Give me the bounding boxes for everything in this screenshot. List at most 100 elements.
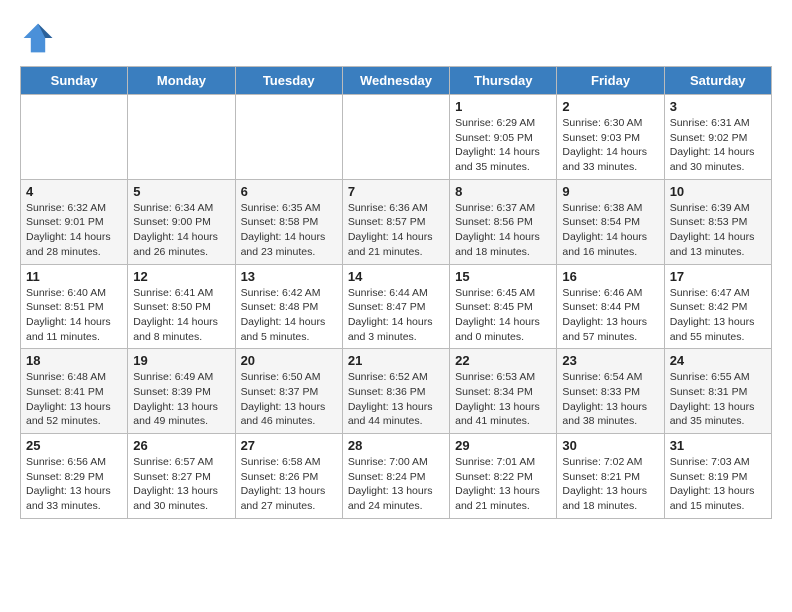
- day-number: 20: [241, 353, 337, 368]
- week-row-5: 25 Sunrise: 6:56 AM Sunset: 8:29 PM Dayli…: [21, 434, 772, 519]
- day-number: 23: [562, 353, 658, 368]
- day-info: Sunrise: 6:48 AM Sunset: 8:41 PM Dayligh…: [26, 370, 122, 429]
- day-info: Sunrise: 6:47 AM Sunset: 8:42 PM Dayligh…: [670, 286, 766, 345]
- day-number: 7: [348, 184, 444, 199]
- week-row-2: 4 Sunrise: 6:32 AM Sunset: 9:01 PM Daylig…: [21, 179, 772, 264]
- day-number: 4: [26, 184, 122, 199]
- calendar-cell: 26 Sunrise: 6:57 AM Sunset: 8:27 PM Dayli…: [128, 434, 235, 519]
- day-number: 6: [241, 184, 337, 199]
- day-info: Sunrise: 6:45 AM Sunset: 8:45 PM Dayligh…: [455, 286, 551, 345]
- logo: [20, 20, 60, 56]
- day-info: Sunrise: 7:03 AM Sunset: 8:19 PM Dayligh…: [670, 455, 766, 514]
- weekday-header-sunday: Sunday: [21, 67, 128, 95]
- day-info: Sunrise: 6:36 AM Sunset: 8:57 PM Dayligh…: [348, 201, 444, 260]
- calendar-cell: 10Sunrise: 6:39 AM Sunset: 8:53 PM Dayli…: [664, 179, 771, 264]
- day-info: Sunrise: 6:56 AM Sunset: 8:29 PM Dayligh…: [26, 455, 122, 514]
- calendar-cell: 28 Sunrise: 7:00 AM Sunset: 8:24 PM Dayli…: [342, 434, 449, 519]
- weekday-header-wednesday: Wednesday: [342, 67, 449, 95]
- day-info: Sunrise: 6:58 AM Sunset: 8:26 PM Dayligh…: [241, 455, 337, 514]
- day-number: 27: [241, 438, 337, 453]
- day-number: 26: [133, 438, 229, 453]
- calendar-cell: [128, 95, 235, 180]
- day-number: 11: [26, 269, 122, 284]
- day-number: 22: [455, 353, 551, 368]
- day-number: 24: [670, 353, 766, 368]
- calendar-cell: 31 Sunrise: 7:03 AM Sunset: 8:19 PM Dayli…: [664, 434, 771, 519]
- day-number: 21: [348, 353, 444, 368]
- calendar-cell: 7 Sunrise: 6:36 AM Sunset: 8:57 PM Daylig…: [342, 179, 449, 264]
- day-number: 15: [455, 269, 551, 284]
- calendar-cell: 12 Sunrise: 6:41 AM Sunset: 8:50 PM Dayli…: [128, 264, 235, 349]
- calendar-cell: 23 Sunrise: 6:54 AM Sunset: 8:33 PM Dayli…: [557, 349, 664, 434]
- day-info: Sunrise: 7:00 AM Sunset: 8:24 PM Dayligh…: [348, 455, 444, 514]
- day-number: 2: [562, 99, 658, 114]
- calendar-cell: 2 Sunrise: 6:30 AM Sunset: 9:03 PM Daylig…: [557, 95, 664, 180]
- day-number: 3: [670, 99, 766, 114]
- calendar-cell: 25 Sunrise: 6:56 AM Sunset: 8:29 PM Dayli…: [21, 434, 128, 519]
- calendar-cell: 8 Sunrise: 6:37 AM Sunset: 8:56 PM Daylig…: [450, 179, 557, 264]
- weekday-header-thursday: Thursday: [450, 67, 557, 95]
- calendar-cell: 22 Sunrise: 6:53 AM Sunset: 8:34 PM Dayli…: [450, 349, 557, 434]
- day-info: Sunrise: 6:46 AM Sunset: 8:44 PM Dayligh…: [562, 286, 658, 345]
- day-info: Sunrise: 6:57 AM Sunset: 8:27 PM Dayligh…: [133, 455, 229, 514]
- header: [20, 20, 772, 56]
- day-info: Sunrise: 6:32 AM Sunset: 9:01 PM Dayligh…: [26, 201, 122, 260]
- calendar-cell: 24 Sunrise: 6:55 AM Sunset: 8:31 PM Dayli…: [664, 349, 771, 434]
- day-number: 9: [562, 184, 658, 199]
- calendar: SundayMondayTuesdayWednesdayThursdayFrid…: [20, 66, 772, 519]
- calendar-cell: 13Sunrise: 6:42 AM Sunset: 8:48 PM Dayli…: [235, 264, 342, 349]
- calendar-cell: 4 Sunrise: 6:32 AM Sunset: 9:01 PM Daylig…: [21, 179, 128, 264]
- calendar-cell: 15 Sunrise: 6:45 AM Sunset: 8:45 PM Dayli…: [450, 264, 557, 349]
- week-row-3: 11Sunrise: 6:40 AM Sunset: 8:51 PM Dayli…: [21, 264, 772, 349]
- day-number: 16: [562, 269, 658, 284]
- calendar-cell: 9Sunrise: 6:38 AM Sunset: 8:54 PM Daylig…: [557, 179, 664, 264]
- day-info: Sunrise: 6:53 AM Sunset: 8:34 PM Dayligh…: [455, 370, 551, 429]
- day-number: 31: [670, 438, 766, 453]
- day-number: 12: [133, 269, 229, 284]
- day-info: Sunrise: 6:44 AM Sunset: 8:47 PM Dayligh…: [348, 286, 444, 345]
- day-info: Sunrise: 6:42 AM Sunset: 8:48 PM Dayligh…: [241, 286, 337, 345]
- day-info: Sunrise: 6:54 AM Sunset: 8:33 PM Dayligh…: [562, 370, 658, 429]
- day-number: 25: [26, 438, 122, 453]
- day-info: Sunrise: 7:02 AM Sunset: 8:21 PM Dayligh…: [562, 455, 658, 514]
- calendar-cell: 27 Sunrise: 6:58 AM Sunset: 8:26 PM Dayli…: [235, 434, 342, 519]
- day-info: Sunrise: 6:34 AM Sunset: 9:00 PM Dayligh…: [133, 201, 229, 260]
- logo-icon: [20, 20, 56, 56]
- calendar-cell: 14Sunrise: 6:44 AM Sunset: 8:47 PM Dayli…: [342, 264, 449, 349]
- calendar-cell: 30 Sunrise: 7:02 AM Sunset: 8:21 PM Dayli…: [557, 434, 664, 519]
- weekday-header-monday: Monday: [128, 67, 235, 95]
- day-number: 8: [455, 184, 551, 199]
- day-info: Sunrise: 6:55 AM Sunset: 8:31 PM Dayligh…: [670, 370, 766, 429]
- day-number: 1: [455, 99, 551, 114]
- week-row-1: 1 Sunrise: 6:29 AM Sunset: 9:05 PM Daylig…: [21, 95, 772, 180]
- calendar-cell: 11Sunrise: 6:40 AM Sunset: 8:51 PM Dayli…: [21, 264, 128, 349]
- day-info: Sunrise: 7:01 AM Sunset: 8:22 PM Dayligh…: [455, 455, 551, 514]
- day-info: Sunrise: 6:41 AM Sunset: 8:50 PM Dayligh…: [133, 286, 229, 345]
- day-number: 29: [455, 438, 551, 453]
- day-info: Sunrise: 6:29 AM Sunset: 9:05 PM Dayligh…: [455, 116, 551, 175]
- weekday-header-tuesday: Tuesday: [235, 67, 342, 95]
- weekday-header-saturday: Saturday: [664, 67, 771, 95]
- day-number: 28: [348, 438, 444, 453]
- calendar-cell: 5 Sunrise: 6:34 AM Sunset: 9:00 PM Daylig…: [128, 179, 235, 264]
- page: SundayMondayTuesdayWednesdayThursdayFrid…: [0, 0, 792, 529]
- calendar-cell: 20 Sunrise: 6:50 AM Sunset: 8:37 PM Dayli…: [235, 349, 342, 434]
- calendar-cell: 18Sunrise: 6:48 AM Sunset: 8:41 PM Dayli…: [21, 349, 128, 434]
- day-number: 5: [133, 184, 229, 199]
- day-info: Sunrise: 6:52 AM Sunset: 8:36 PM Dayligh…: [348, 370, 444, 429]
- day-number: 30: [562, 438, 658, 453]
- calendar-cell: 21 Sunrise: 6:52 AM Sunset: 8:36 PM Dayli…: [342, 349, 449, 434]
- day-number: 19: [133, 353, 229, 368]
- calendar-cell: 16 Sunrise: 6:46 AM Sunset: 8:44 PM Dayli…: [557, 264, 664, 349]
- day-info: Sunrise: 6:30 AM Sunset: 9:03 PM Dayligh…: [562, 116, 658, 175]
- day-info: Sunrise: 6:37 AM Sunset: 8:56 PM Dayligh…: [455, 201, 551, 260]
- weekday-header-friday: Friday: [557, 67, 664, 95]
- day-info: Sunrise: 6:35 AM Sunset: 8:58 PM Dayligh…: [241, 201, 337, 260]
- calendar-cell: [235, 95, 342, 180]
- day-number: 17: [670, 269, 766, 284]
- day-info: Sunrise: 6:39 AM Sunset: 8:53 PM Dayligh…: [670, 201, 766, 260]
- calendar-cell: 6 Sunrise: 6:35 AM Sunset: 8:58 PM Daylig…: [235, 179, 342, 264]
- calendar-cell: [342, 95, 449, 180]
- calendar-cell: 3Sunrise: 6:31 AM Sunset: 9:02 PM Daylig…: [664, 95, 771, 180]
- day-info: Sunrise: 6:50 AM Sunset: 8:37 PM Dayligh…: [241, 370, 337, 429]
